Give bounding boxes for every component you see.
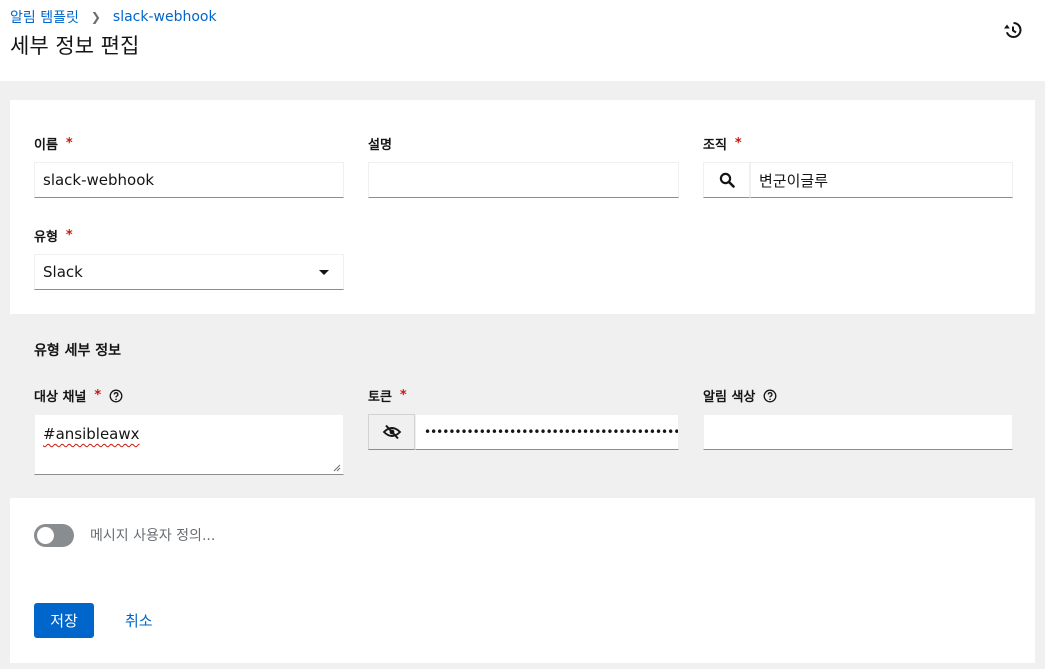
token-input[interactable]: ••••••••••••••••••••••••••••••••••••••••… [415,414,679,450]
channels-textarea[interactable]: #ansibleawx [34,414,344,475]
history-icon[interactable] [1003,20,1023,40]
description-input[interactable] [368,162,679,198]
required-marker: * [94,388,102,403]
save-button[interactable]: 저장 [34,603,94,638]
color-label: 알림 색상 [703,386,777,405]
required-marker: * [399,388,407,403]
eye-slash-icon [382,424,401,440]
breadcrumb-notification-templates[interactable]: 알림 템플릿 [10,7,79,27]
type-label: 유형 * [34,228,73,245]
breadcrumb-current[interactable]: slack-webhook [113,9,217,25]
token-label: 토큰 * [368,388,407,405]
resize-handle-icon[interactable] [333,464,341,472]
type-select[interactable]: Slack [34,254,344,290]
organization-input[interactable]: 변군이글루 [750,162,1013,198]
cancel-button[interactable]: 취소 [125,610,153,631]
channels-label: 대상 채널 * [34,386,123,405]
search-icon [719,172,735,188]
breadcrumb-separator-icon: ❯ [90,10,101,24]
toggle-knob [37,527,54,544]
help-icon[interactable] [763,389,777,403]
breadcrumb: 알림 템플릿 ❯ slack-webhook [10,7,217,27]
required-marker: * [734,136,742,151]
custom-messages-label: 메시지 사용자 정의... [90,528,216,544]
caret-down-icon [319,270,329,275]
page-title: 세부 정보 편집 [10,34,140,58]
required-marker: * [65,228,73,243]
required-marker: * [65,136,73,151]
custom-messages-toggle[interactable] [34,524,74,547]
page-header: 알림 템플릿 ❯ slack-webhook 세부 정보 편집 [0,0,1045,81]
description-label: 설명 [368,138,392,153]
color-input[interactable] [703,414,1013,450]
help-icon[interactable] [109,389,123,403]
name-input[interactable]: slack-webhook [34,162,344,198]
type-details-title: 유형 세부 정보 [34,343,122,359]
organization-search-button[interactable] [703,162,750,198]
organization-label: 조직 * [703,136,742,153]
name-label: 이름 * [34,136,73,153]
toggle-token-visibility-button[interactable] [368,414,415,450]
